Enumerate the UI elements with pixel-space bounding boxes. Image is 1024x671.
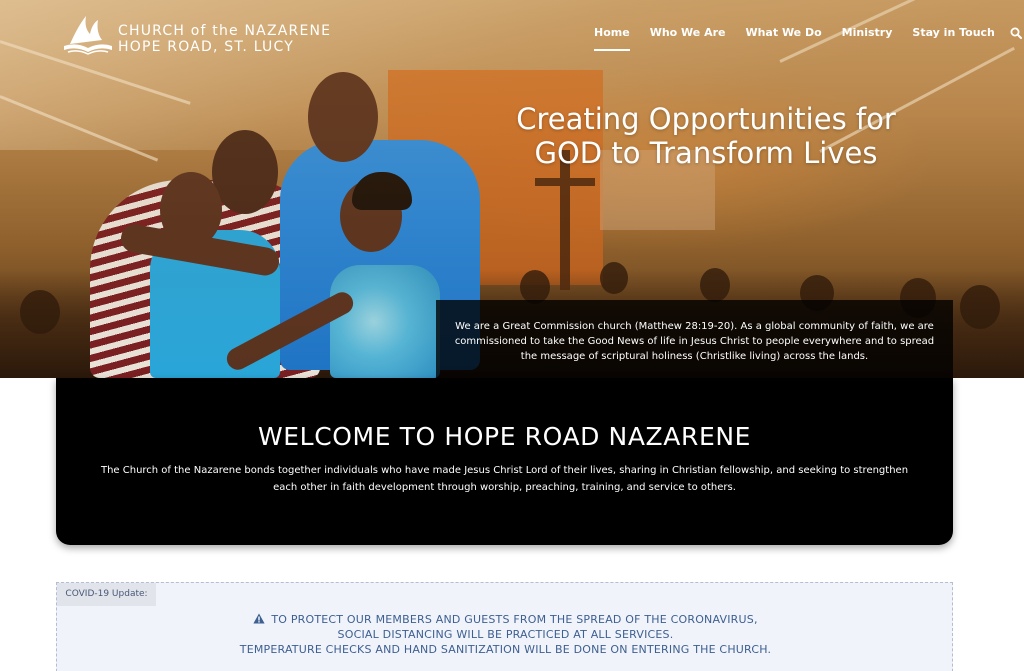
brand-name: CHURCH of the NAZARENE <box>118 23 332 39</box>
hero-title-line1: Creating Opportunities for <box>516 102 896 136</box>
nav-stay-in-touch[interactable]: Stay in Touch <box>912 26 994 39</box>
nav-who-we-are[interactable]: Who We Are <box>650 26 726 39</box>
warning-icon <box>253 613 265 624</box>
covid-line2: SOCIAL DISTANCING WILL BE PRACTICED AT A… <box>337 628 674 641</box>
search-icon[interactable] <box>1010 27 1022 39</box>
nav-home[interactable]: Home <box>594 26 630 51</box>
welcome-heading: WELCOME TO HOPE ROAD NAZARENE <box>257 422 752 451</box>
covid-line3: TEMPERATURE CHECKS AND HAND SANITIZATION… <box>239 643 772 656</box>
covid-notice: COVID-19 Update: TO PROTECT OUR MEMBERS … <box>56 582 953 671</box>
hero-title-line2: GOD to Transform Lives <box>534 136 878 170</box>
brand-location: HOPE ROAD, ST. LUCY <box>118 39 294 55</box>
nav-what-we-do[interactable]: What We Do <box>745 26 821 39</box>
welcome-text: The Church of the Nazarene bonds togethe… <box>100 465 909 493</box>
welcome-panel: WELCOME TO HOPE ROAD NAZARENE The Church… <box>56 378 953 545</box>
nav-ministry[interactable]: Ministry <box>842 26 893 39</box>
main-nav: Home Who We Are What We Do Ministry Stay… <box>594 26 1022 51</box>
covid-message: TO PROTECT OUR MEMBERS AND GUESTS FROM T… <box>57 612 954 657</box>
hero-title: Creating Opportunities for GOD to Transf… <box>500 102 912 170</box>
mission-statement: We are a Great Commission church (Matthe… <box>436 300 953 378</box>
covid-line1: TO PROTECT OUR MEMBERS AND GUESTS FROM T… <box>271 613 758 626</box>
church-logo[interactable]: CHURCH of the NAZARENE HOPE ROAD, ST. LU… <box>62 14 330 58</box>
flame-book-icon <box>64 16 112 55</box>
covid-tab-label: COVID-19 Update: <box>57 583 156 606</box>
